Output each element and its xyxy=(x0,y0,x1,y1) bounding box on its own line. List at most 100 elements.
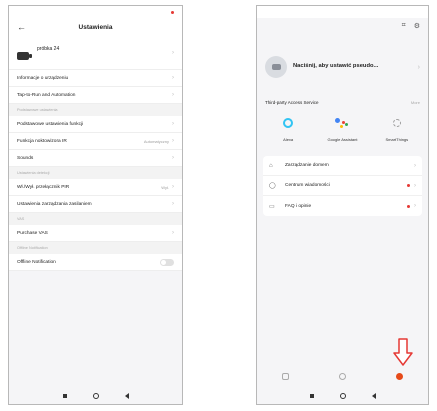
smartthings-icon xyxy=(389,115,405,131)
menu-right: › xyxy=(414,163,416,169)
menu-faq-feedback[interactable]: ▭ FAQ i opinie › xyxy=(263,196,422,216)
row-value-wrap: Wył. › xyxy=(161,184,174,190)
row-device-info[interactable]: Informacje o urządzeniu › xyxy=(9,70,182,87)
recents-icon[interactable] xyxy=(309,394,314,398)
unread-dot-icon xyxy=(407,184,410,187)
system-nav-bar xyxy=(257,388,428,404)
row-value-wrap: Automatyczny › xyxy=(144,138,174,144)
row-offline-notification: Offline Notification xyxy=(9,254,182,271)
avatar-placeholder-icon xyxy=(271,64,281,70)
profile-menu: ⌂ Zarządzanie domem › ◯ Centrum wiadomoś… xyxy=(263,156,422,216)
annotation-down-arrow-icon xyxy=(393,338,413,366)
chevron-right-icon: › xyxy=(172,138,174,144)
row-purchase-vas[interactable]: Purchase VAS › xyxy=(9,225,182,242)
chevron-right-icon: › xyxy=(417,63,420,71)
device-name: próbka 24 xyxy=(37,45,60,52)
page-title: Ustawienia xyxy=(78,23,113,31)
google-assistant-icon xyxy=(334,115,350,131)
scan-icon[interactable]: ⌗ xyxy=(402,22,406,32)
third-party-services: Alexa Google Assistant SmartThings xyxy=(257,115,428,142)
section-header: VAS xyxy=(9,213,182,225)
status-bar xyxy=(9,6,182,18)
profile-title: Naciśnij, aby ustawić pseudo... xyxy=(293,62,379,69)
tab-me[interactable] xyxy=(396,372,403,382)
menu-label: FAQ i opinie xyxy=(285,203,312,209)
row-power-management[interactable]: Ustawienia zarządzania zasilaniem › xyxy=(9,196,182,213)
service-alexa[interactable]: Alexa xyxy=(264,115,312,142)
chevron-right-icon: › xyxy=(172,49,174,56)
row-ir-night-vision[interactable]: Funkcja noktowizora IR Automatyczny › xyxy=(9,133,182,150)
status-bar xyxy=(257,6,428,18)
row-basic-settings[interactable]: Podstawowe ustawienia funkcji › xyxy=(9,116,182,133)
section-header: Offline Notification xyxy=(9,242,182,254)
me-tab-icon xyxy=(396,372,403,380)
settings-gear-icon[interactable]: ⚙ xyxy=(414,22,420,32)
third-party-title: Third-party Access Service xyxy=(265,100,319,105)
smart-tab-icon xyxy=(339,372,346,380)
profile-text: Naciśnij, aby ustawić pseudo... xyxy=(293,63,378,72)
row-value: Automatyczny xyxy=(143,138,169,144)
section-header: Podstawowe ustawienia xyxy=(9,104,182,116)
recents-icon[interactable] xyxy=(62,394,67,398)
notification-dot-icon xyxy=(171,10,174,14)
menu-home-management[interactable]: ⌂ Zarządzanie domem › xyxy=(263,156,422,176)
settings-header: ← Ustawienia xyxy=(9,18,182,36)
unread-dot-icon xyxy=(407,204,410,208)
alexa-icon xyxy=(280,115,296,131)
bottom-tab-bar xyxy=(257,366,428,388)
offline-notification-toggle[interactable] xyxy=(160,258,174,266)
row-value: Wył. xyxy=(161,184,169,190)
row-label: Funkcja noktowizora IR xyxy=(17,138,67,144)
chevron-right-icon: › xyxy=(414,162,416,169)
chevron-right-icon: › xyxy=(172,155,174,161)
menu-right: › xyxy=(407,183,416,189)
row-label: Sounds xyxy=(17,155,34,161)
row-label: Ustawienia zarządzania zasilaniem xyxy=(17,201,92,207)
chevron-right-icon: › xyxy=(172,184,174,190)
chevron-right-icon: › xyxy=(172,92,174,98)
row-pir-switch[interactable]: Wł./Wył. przełącznik PIR Wył. › xyxy=(9,179,182,196)
system-nav-bar xyxy=(9,388,182,404)
faq-icon: ▭ xyxy=(269,203,275,210)
avatar xyxy=(265,56,287,78)
service-label: SmartThings xyxy=(385,137,409,142)
home-icon: ⌂ xyxy=(269,162,273,169)
camera-icon xyxy=(17,51,32,60)
service-smartthings[interactable]: SmartThings xyxy=(373,115,421,142)
row-tap-to-run[interactable]: Tap-to-Run and Automation › xyxy=(9,87,182,104)
service-google-assistant[interactable]: Google Assistant xyxy=(318,115,366,142)
home-nav-icon[interactable] xyxy=(92,393,99,399)
menu-label: Centrum wiadomości xyxy=(285,183,330,188)
top-icons: ⌗ ⚙ xyxy=(257,18,428,36)
row-label: Informacje o urządzeniu xyxy=(17,75,69,81)
home-nav-icon[interactable] xyxy=(339,393,346,399)
row-label: Tap-to-Run and Automation xyxy=(17,92,76,98)
tab-smart[interactable] xyxy=(339,372,346,382)
row-sounds[interactable]: Sounds › xyxy=(9,150,182,167)
menu-label: Zarządzanie domem xyxy=(285,163,329,168)
back-nav-icon[interactable] xyxy=(371,393,376,399)
back-arrow-icon[interactable]: ← xyxy=(17,22,29,32)
section-header: Ustawienia detekcji xyxy=(9,167,182,179)
device-card[interactable]: próbka 24 › xyxy=(9,36,182,70)
row-label: Purchase VAS xyxy=(17,230,48,236)
third-party-header: Third-party Access Service More xyxy=(257,100,428,105)
row-label: Podstawowe ustawienia funkcji xyxy=(17,121,84,127)
chevron-right-icon: › xyxy=(414,182,416,189)
chevron-right-icon: › xyxy=(172,230,174,236)
more-link[interactable]: More xyxy=(411,100,420,105)
status-icons xyxy=(171,10,176,14)
back-nav-icon[interactable] xyxy=(124,393,129,399)
tab-home[interactable] xyxy=(282,372,289,382)
service-label: Google Assistant xyxy=(327,137,358,142)
menu-right: › xyxy=(407,203,416,209)
profile-card[interactable]: Naciśnij, aby ustawić pseudo... › xyxy=(257,44,428,90)
chevron-right-icon: › xyxy=(172,75,174,81)
chevron-right-icon: › xyxy=(172,201,174,207)
message-icon: ◯ xyxy=(269,183,276,189)
row-label: Offline Notification xyxy=(17,259,56,265)
settings-screen: ← Ustawienia próbka 24 › Informacje o ur… xyxy=(8,5,183,405)
chevron-right-icon: › xyxy=(414,203,416,209)
menu-message-center[interactable]: ◯ Centrum wiadomości › xyxy=(263,176,422,196)
chevron-right-icon: › xyxy=(172,121,174,127)
